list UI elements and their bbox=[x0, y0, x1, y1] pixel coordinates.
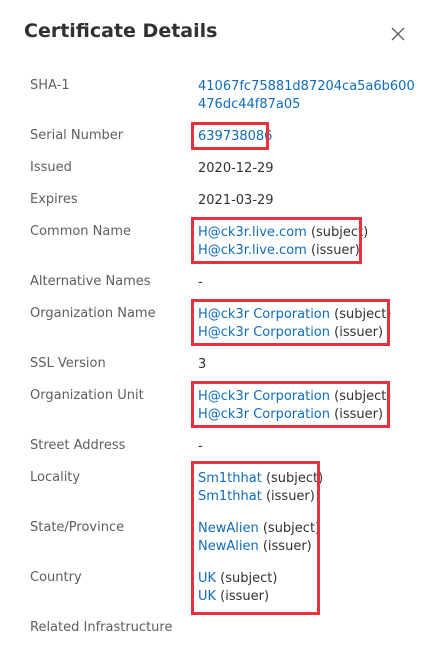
locality-subject-link[interactable]: Sm1thhat bbox=[198, 471, 262, 486]
country-subject-suffix: (subject) bbox=[216, 571, 278, 586]
street-address-label: Street Address bbox=[30, 438, 126, 453]
country-value: UK (subject) UK (issuer) bbox=[198, 570, 277, 606]
serial-number-link[interactable]: 639738086 bbox=[198, 129, 272, 144]
organization-name-issuer-line: H@ck3r Corporation (issuer) bbox=[198, 324, 391, 342]
sha1-link-line2[interactable]: 476dc44f87a05 bbox=[198, 96, 415, 114]
expires-value: 2021-03-29 bbox=[198, 193, 274, 208]
organization-name-subject-link[interactable]: H@ck3r Corporation bbox=[198, 307, 330, 322]
organization-unit-label: Organization Unit bbox=[30, 388, 144, 403]
organization-unit-issuer-link[interactable]: H@ck3r Corporation bbox=[198, 407, 330, 422]
sha1-link-line1[interactable]: 41067fc75881d87204ca5a6b600 bbox=[198, 78, 415, 96]
common-name-subject-link[interactable]: H@ck3r.live.com bbox=[198, 225, 307, 240]
state-province-value: NewAlien (subject) NewAlien (issuer) bbox=[198, 520, 320, 556]
organization-name-subject-line: H@ck3r Corporation (subject) bbox=[198, 306, 391, 324]
panel-title: Certificate Details bbox=[24, 20, 218, 42]
serial-number-value-wrap: 639738086 bbox=[198, 128, 272, 146]
locality-issuer-line: Sm1thhat (issuer) bbox=[198, 488, 323, 506]
organization-name-label: Organization Name bbox=[30, 306, 156, 321]
issued-value: 2020-12-29 bbox=[198, 161, 274, 176]
related-infrastructure-label: Related Infrastructure bbox=[30, 620, 173, 635]
common-name-subject-suffix: (subject) bbox=[306, 225, 369, 240]
organization-unit-issuer-line: H@ck3r Corporation (issuer) bbox=[198, 406, 391, 424]
state-province-label: State/Province bbox=[30, 520, 125, 535]
state-province-issuer-suffix: (issuer) bbox=[258, 539, 312, 554]
locality-subject-line: Sm1thhat (subject) bbox=[198, 470, 323, 488]
alternative-names-label: Alternative Names bbox=[30, 274, 151, 289]
country-subject-line: UK (subject) bbox=[198, 570, 277, 588]
close-button[interactable] bbox=[390, 26, 406, 42]
locality-label: Locality bbox=[30, 470, 81, 485]
state-province-subject-link[interactable]: NewAlien bbox=[198, 521, 259, 536]
close-icon bbox=[391, 27, 405, 41]
state-province-issuer-link[interactable]: NewAlien bbox=[198, 539, 259, 554]
common-name-issuer-line: H@ck3r.live.com (issuer) bbox=[198, 242, 368, 260]
locality-issuer-suffix: (issuer) bbox=[261, 489, 315, 504]
locality-subject-suffix: (subject) bbox=[261, 471, 324, 486]
country-issuer-line: UK (issuer) bbox=[198, 588, 277, 606]
common-name-subject-line: H@ck3r.live.com (subject) bbox=[198, 224, 368, 242]
organization-name-issuer-suffix: (issuer) bbox=[330, 325, 384, 340]
country-issuer-link[interactable]: UK bbox=[198, 589, 216, 604]
organization-name-subject-suffix: (subject) bbox=[330, 307, 392, 322]
certificate-details-panel: Certificate Details SHA-1 41067fc75881d8… bbox=[0, 0, 426, 653]
sha1-label: SHA-1 bbox=[30, 78, 70, 93]
organization-unit-value: H@ck3r Corporation (subject) H@ck3r Corp… bbox=[198, 388, 391, 424]
ssl-version-label: SSL Version bbox=[30, 356, 106, 371]
common-name-value: H@ck3r.live.com (subject) H@ck3r.live.co… bbox=[198, 224, 368, 260]
sha1-value: 41067fc75881d87204ca5a6b600 476dc44f87a0… bbox=[198, 78, 415, 114]
expires-label: Expires bbox=[30, 192, 78, 207]
country-label: Country bbox=[30, 570, 82, 585]
common-name-issuer-link[interactable]: H@ck3r.live.com bbox=[198, 243, 307, 258]
state-province-subject-suffix: (subject) bbox=[258, 521, 321, 536]
issued-label: Issued bbox=[30, 160, 72, 175]
serial-number-label: Serial Number bbox=[30, 128, 124, 143]
organization-unit-subject-suffix: (subject) bbox=[330, 389, 392, 404]
ssl-version-value: 3 bbox=[198, 357, 207, 372]
organization-name-issuer-link[interactable]: H@ck3r Corporation bbox=[198, 325, 330, 340]
organization-unit-issuer-suffix: (issuer) bbox=[330, 407, 384, 422]
alternative-names-value: - bbox=[198, 275, 203, 290]
locality-value: Sm1thhat (subject) Sm1thhat (issuer) bbox=[198, 470, 323, 506]
common-name-label: Common Name bbox=[30, 224, 132, 239]
locality-issuer-link[interactable]: Sm1thhat bbox=[198, 489, 262, 504]
organization-name-value: H@ck3r Corporation (subject) H@ck3r Corp… bbox=[198, 306, 391, 342]
country-issuer-suffix: (issuer) bbox=[216, 589, 270, 604]
state-province-issuer-line: NewAlien (issuer) bbox=[198, 538, 320, 556]
state-province-subject-line: NewAlien (subject) bbox=[198, 520, 320, 538]
organization-unit-subject-line: H@ck3r Corporation (subject) bbox=[198, 388, 391, 406]
country-subject-link[interactable]: UK bbox=[198, 571, 216, 586]
organization-unit-subject-link[interactable]: H@ck3r Corporation bbox=[198, 389, 330, 404]
street-address-value: - bbox=[198, 439, 203, 454]
common-name-issuer-suffix: (issuer) bbox=[306, 243, 360, 258]
